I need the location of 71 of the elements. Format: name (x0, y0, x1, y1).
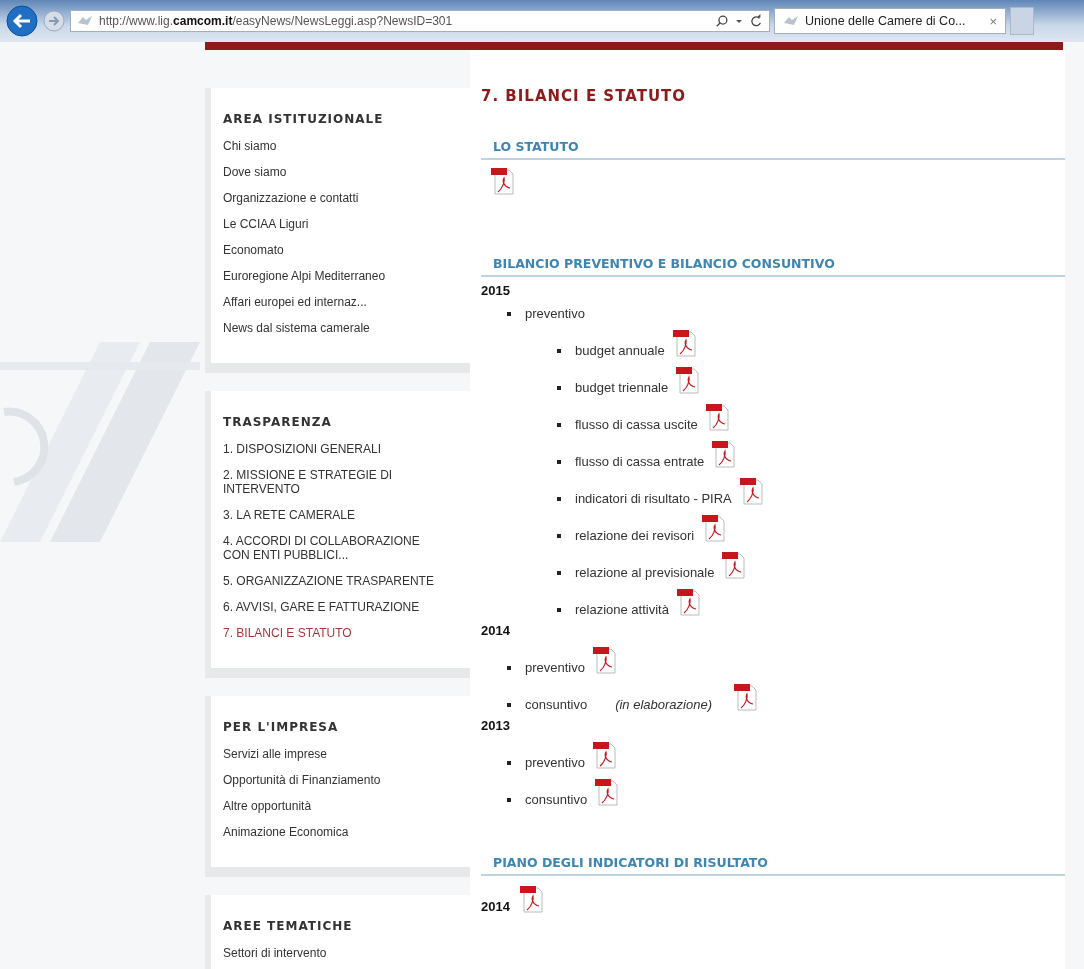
document-link[interactable]: indicatori di risultato - PIRA (575, 491, 732, 506)
pdf-icon[interactable] (720, 550, 747, 580)
pdf-icon[interactable] (674, 365, 701, 395)
sidebar-link[interactable]: 7. BILANCI E STATUTO (223, 626, 352, 640)
dropdown-caret-icon[interactable] (735, 17, 743, 25)
document-link[interactable]: consuntivo (525, 792, 588, 807)
document-link[interactable]: preventivo (525, 306, 585, 321)
sidebar-link[interactable]: News dal sistema camerale (223, 321, 370, 335)
document-link[interactable]: budget triennale (575, 380, 669, 395)
year-label: 2014 (481, 623, 511, 638)
year-label: 2015 (481, 283, 511, 298)
year-label: 2013 (481, 718, 511, 733)
sidebar-link[interactable]: 5. ORGANIZZAZIONE TRASPARENTE (223, 574, 434, 588)
sidebar-link[interactable]: Animazione Economica (223, 825, 349, 839)
sidebar-link[interactable]: Altre opportunità (223, 799, 312, 813)
pdf-icon[interactable] (593, 777, 620, 807)
back-button[interactable] (6, 5, 38, 37)
sidebar-link[interactable]: 1. DISPOSIZIONI GENERALI (223, 442, 382, 456)
sidebar-link[interactable]: Servizi alle imprese (223, 747, 328, 761)
document-link[interactable]: preventivo (525, 660, 585, 675)
sidebar-link[interactable]: Le CCIAA Liguri (223, 217, 309, 231)
document-link[interactable]: flusso di cassa entrate (575, 454, 705, 469)
sidebar-heading: TRASPARENZA (223, 415, 332, 429)
sidebar-link[interactable]: 3. LA RETE CAMERALE (223, 508, 356, 522)
pdf-icon[interactable] (517, 884, 544, 914)
pdf-icon[interactable] (591, 645, 617, 675)
section-heading: BILANCIO PREVENTIVO E BILANCIO CONSUNTIVO (481, 256, 1065, 277)
status-note: (in elaborazione) (615, 697, 712, 712)
sidebar-link[interactable]: Settori di intervento (223, 946, 327, 960)
pdf-icon[interactable] (591, 740, 617, 770)
sidebar-heading: PER L'IMPRESA (223, 720, 339, 734)
document-link[interactable]: preventivo (525, 755, 585, 770)
page-icon (783, 15, 799, 27)
document-link[interactable]: relazione attività (575, 602, 669, 617)
sidebar-link[interactable]: Affari europei ed internaz... (223, 295, 367, 309)
sidebar-link[interactable]: Dove siamo (223, 165, 287, 179)
page-title: 7. BILANCI E STATUTO (481, 87, 688, 105)
sidebar-heading: AREA ISTITUZIONALE (223, 112, 384, 126)
pdf-icon[interactable] (737, 476, 764, 506)
sidebar-link[interactable]: Euroregione Alpi Mediterraneo (223, 269, 386, 283)
pdf-icon[interactable] (700, 513, 727, 543)
sidebar-link[interactable]: 6. AVVISI, GARE E FATTURAZIONE (223, 600, 420, 614)
sidebar-link[interactable]: Economato (223, 243, 284, 257)
pdf-icon[interactable] (710, 439, 737, 469)
search-icon[interactable] (715, 14, 729, 28)
sidebar-link[interactable]: 4. ACCORDI DI COLLABORAZIONE CON ENTI PUBBLICI... (223, 534, 438, 562)
section-heading: LO STATUTO (481, 139, 1065, 160)
sidebar-link[interactable]: Chi siamo (223, 139, 277, 153)
address-bar[interactable]: http://www.lig.camcom.it/easyNews/NewsLeggi.asp?NewsID=301 (70, 10, 770, 32)
sidebar-link[interactable]: Opportunità di Finanziamento (223, 773, 381, 787)
document-link[interactable]: relazione dei revisori (575, 528, 695, 543)
document-link[interactable]: budget annuale (575, 343, 665, 358)
document-link[interactable]: relazione al previsionale (575, 565, 715, 580)
browser-tab[interactable]: Unione delle Camere di Co... × (774, 8, 1006, 34)
close-tab-button[interactable]: × (989, 13, 997, 29)
pdf-icon[interactable] (732, 682, 758, 712)
section-heading: PIANO DEGLI INDICATORI DI RISULTATO (481, 855, 1065, 876)
document-link[interactable]: consuntivo (525, 697, 588, 712)
sidebar-link[interactable]: 2. MISSIONE E STRATEGIE DI INTERVENTO (223, 468, 438, 496)
refresh-icon[interactable] (749, 14, 763, 28)
sidebar-heading: AREE TEMATICHE (223, 919, 353, 933)
pdf-icon[interactable] (703, 402, 730, 432)
tab-title: Unione delle Camere di Co... (805, 14, 967, 28)
url-text: http://www.lig.camcom.it/easyNews/NewsLeggi.asp?NewsID=301 (99, 14, 454, 28)
pdf-icon[interactable] (670, 328, 697, 358)
pdf-icon[interactable] (674, 587, 701, 617)
page-icon (77, 15, 93, 27)
sidebar-link[interactable]: Organizzazione e contatti (223, 191, 359, 205)
pdf-icon[interactable] (489, 166, 515, 196)
year-label: 2014 (481, 899, 510, 914)
document-link[interactable]: flusso di cassa uscite (575, 417, 698, 432)
